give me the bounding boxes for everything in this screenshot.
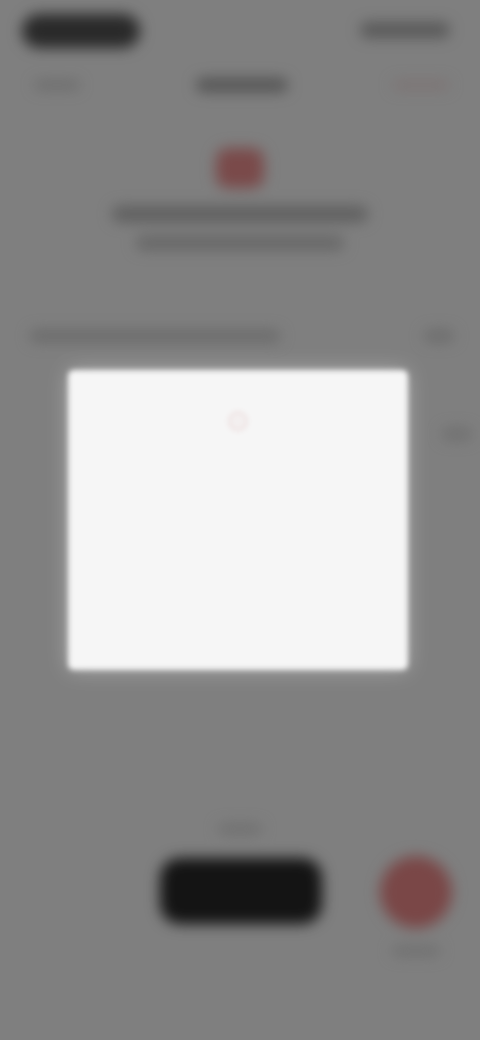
nav-action-button[interactable] [392, 80, 450, 90]
nav-title [196, 78, 288, 92]
section-action[interactable] [424, 330, 454, 342]
hero-subheading [136, 236, 344, 250]
section-header [30, 330, 280, 342]
modal-dialog: ⊙ [68, 370, 408, 670]
status-bar-time [22, 14, 140, 48]
floating-action-button[interactable] [380, 856, 452, 928]
app-screen: ⊙ [0, 0, 480, 1040]
primary-action-button[interactable] [160, 858, 322, 924]
bottom-label [218, 824, 262, 834]
side-indicator [442, 428, 472, 440]
info-icon: ⊙ [226, 404, 250, 436]
hero-icon [216, 148, 264, 188]
hero-heading [112, 206, 368, 222]
floating-action-label [392, 946, 440, 956]
nav-back-button[interactable] [34, 80, 80, 90]
status-bar-icons [360, 22, 450, 38]
